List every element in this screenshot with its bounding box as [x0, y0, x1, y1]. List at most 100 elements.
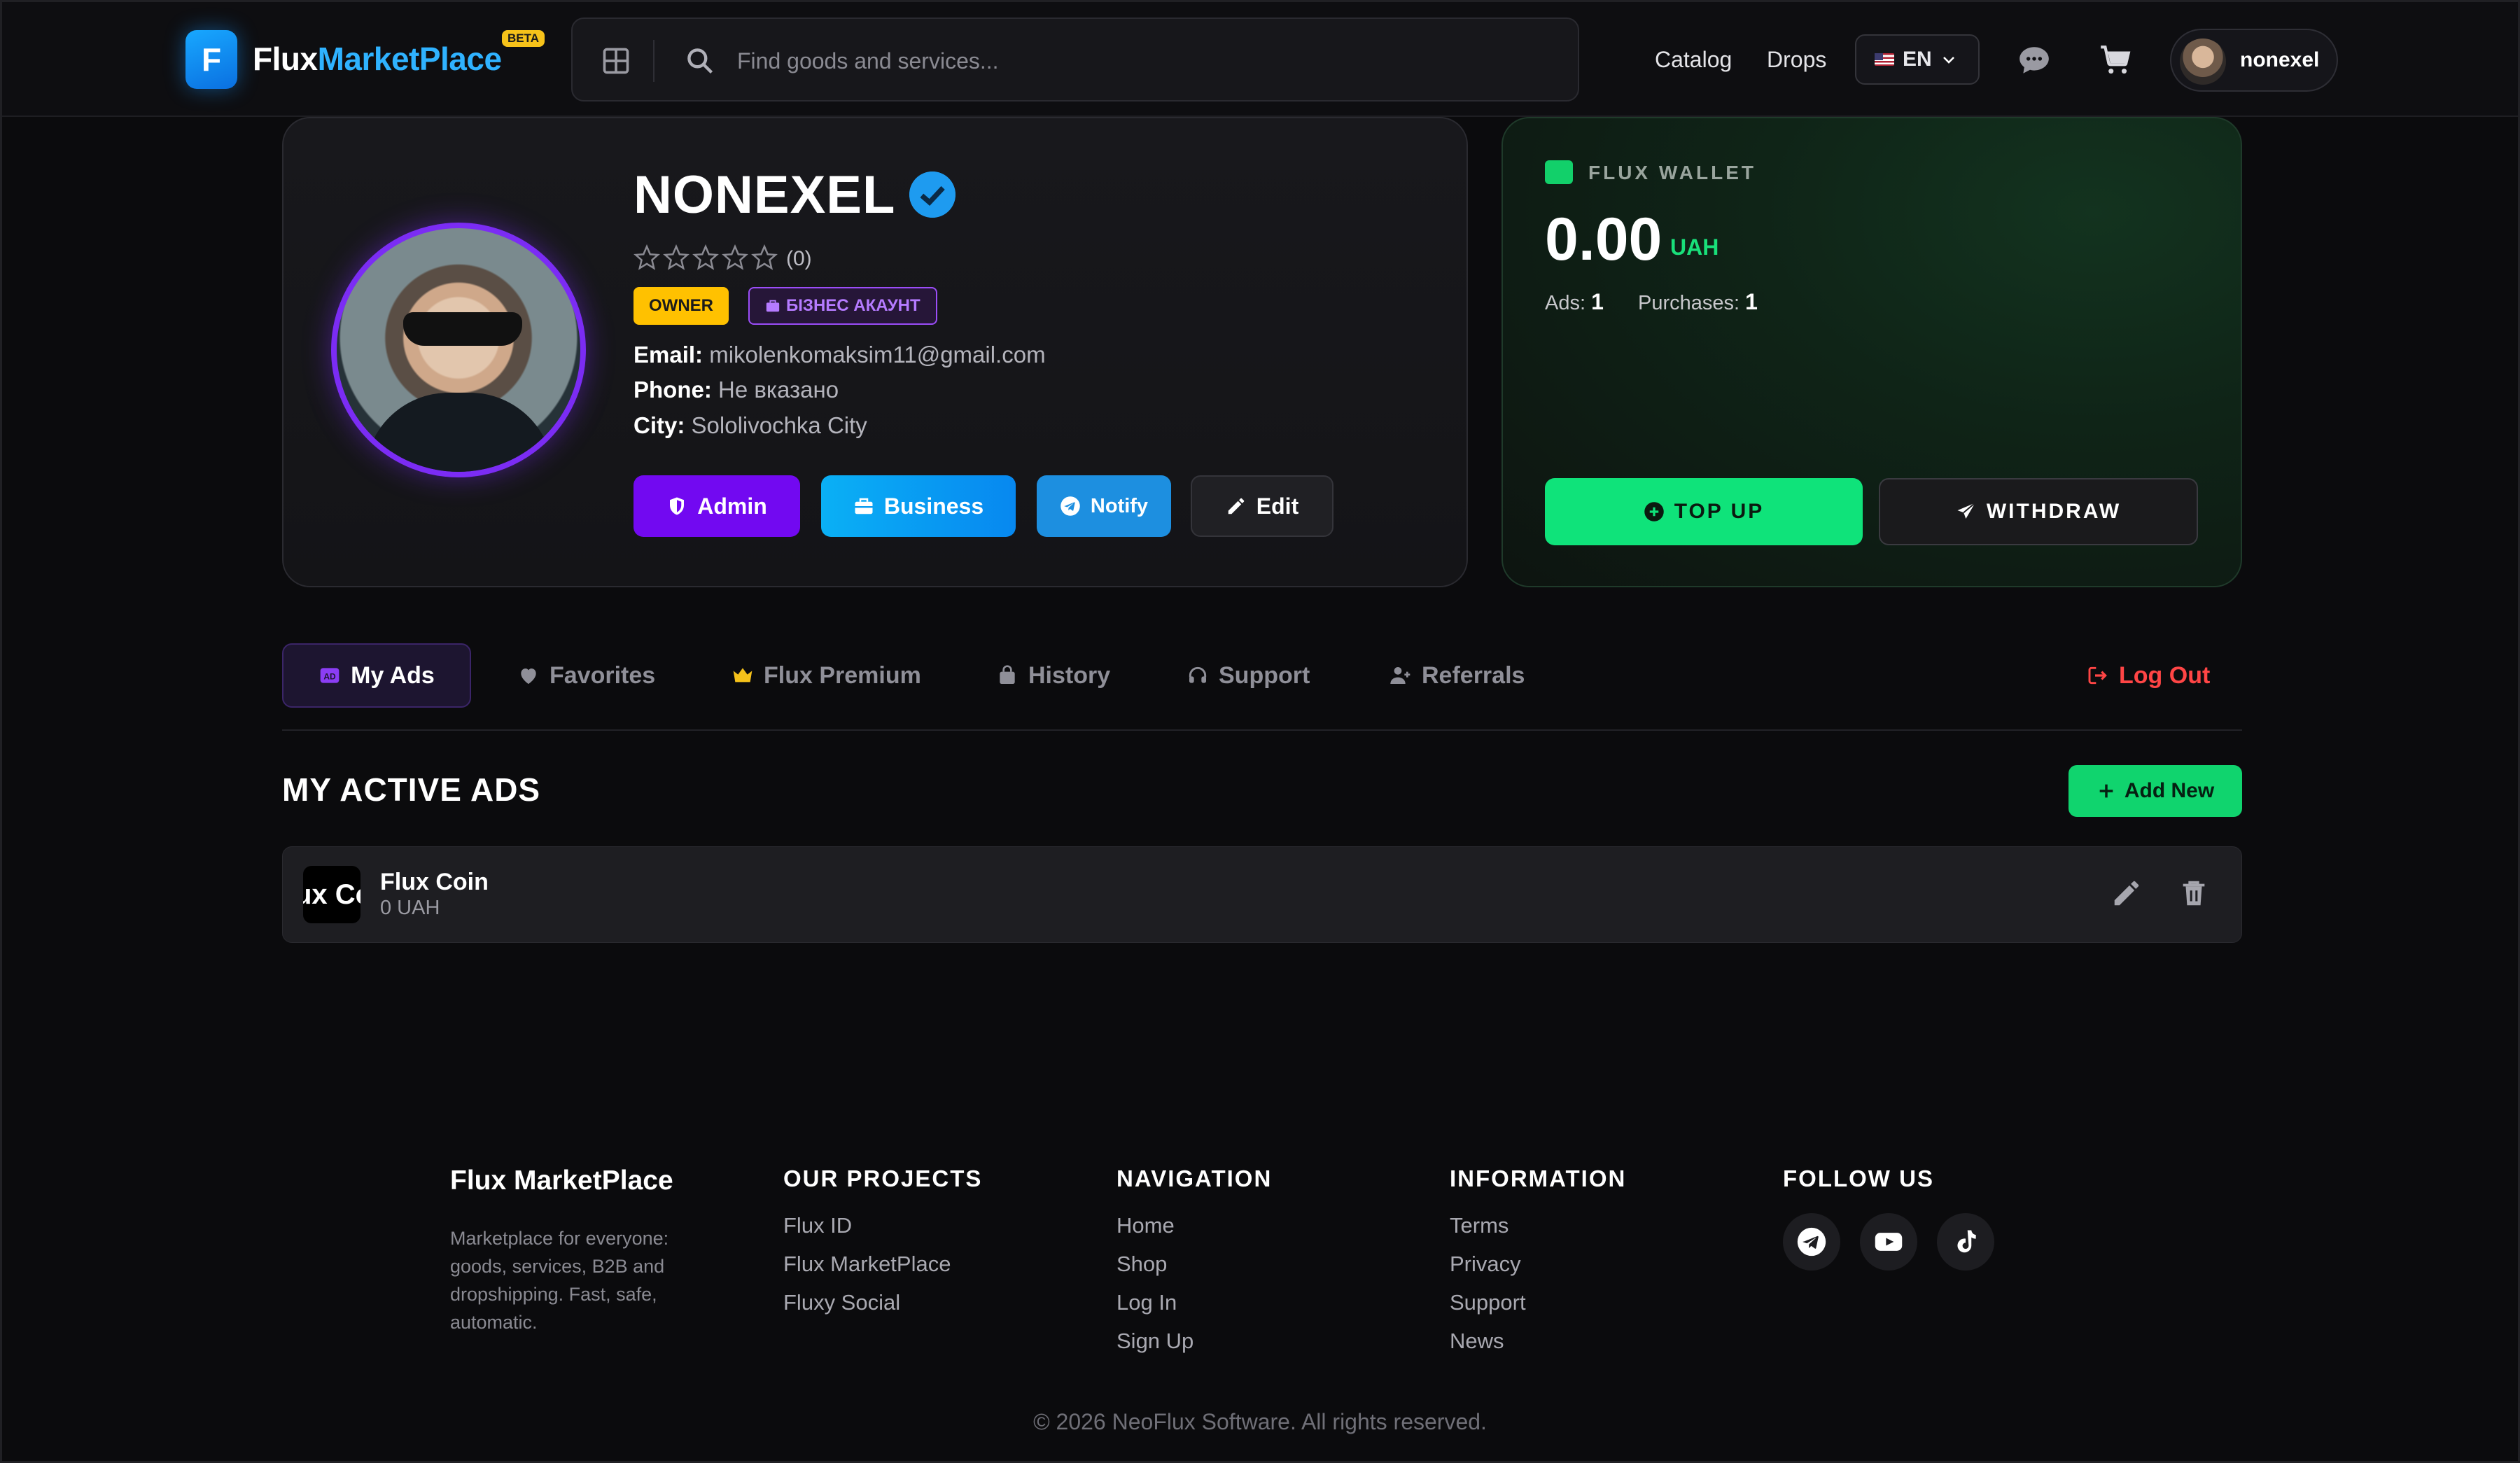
star-icon: [751, 244, 778, 270]
tab-favorites-label: Favorites: [550, 662, 656, 689]
wallet-icon: [1545, 160, 1573, 184]
heart-icon: [521, 668, 536, 684]
notify-button[interactable]: Notify: [1037, 475, 1171, 537]
chat-icon[interactable]: [2017, 43, 2052, 78]
user-menu[interactable]: nonexel: [2170, 29, 2338, 92]
tab-support-label: Support: [1219, 662, 1310, 689]
footer-link-flux-marketplace[interactable]: Flux MarketPlace: [783, 1252, 951, 1277]
tab-referrals-label: Referrals: [1422, 662, 1525, 689]
footer-link-home[interactable]: Home: [1116, 1213, 1175, 1238]
grid-icon[interactable]: [601, 46, 631, 76]
wallet-purchases-stat: Purchases: 1: [1638, 289, 1758, 315]
top-header: F FluxMarketPlace BETA Catalog Drops EN …: [2, 2, 2518, 117]
list-item[interactable]: [282, 846, 2242, 943]
footer-link-shop[interactable]: Shop: [1116, 1252, 1167, 1277]
footer-link-news[interactable]: News: [1450, 1329, 1504, 1354]
logout-button[interactable]: Log Out: [2087, 643, 2210, 708]
business-button-label: Business: [883, 493, 984, 519]
verified-icon: [909, 172, 955, 218]
language-value: EN: [1903, 48, 1932, 71]
ad-thumbnail: ux Co: [303, 866, 360, 923]
phone-label: Phone:: [634, 377, 712, 402]
logo-text[interactable]: FluxMarketPlace: [253, 40, 502, 78]
footer-follow-title: FOLLOW US: [1783, 1166, 1934, 1191]
telegram-icon[interactable]: [1783, 1213, 1840, 1270]
tab-favorites[interactable]: Favorites: [517, 643, 655, 708]
nav-drops[interactable]: Drops: [1767, 47, 1826, 73]
owner-badge: OWNER: [634, 287, 729, 325]
tabs-divider: [282, 729, 2242, 731]
footer-link-support[interactable]: Support: [1450, 1290, 1526, 1315]
purchases-stat-label: Purchases:: [1638, 292, 1740, 314]
ads-stat-label: Ads:: [1545, 292, 1586, 314]
email-line: Email: mikolenkomaksim11@gmail.com: [634, 342, 1046, 368]
footer-link-terms[interactable]: Terms: [1450, 1213, 1508, 1238]
language-select[interactable]: EN: [1855, 34, 1980, 85]
ad-title[interactable]: Flux Coin: [380, 869, 489, 896]
telegram-icon: [1060, 496, 1080, 516]
top-up-button[interactable]: TOP UP: [1545, 478, 1863, 545]
us-flag-icon: [1875, 53, 1894, 66]
footer-information-title: INFORMATION: [1450, 1166, 1627, 1191]
avatar: [2180, 38, 2226, 85]
business-badge-label: БІЗНЕС АКАУНТ: [786, 296, 920, 315]
tab-referrals[interactable]: Referrals: [1390, 643, 1525, 708]
business-button[interactable]: Business: [821, 475, 1016, 537]
footer-link-sign-up[interactable]: Sign Up: [1116, 1329, 1194, 1354]
avatar-jacket: [365, 393, 554, 472]
edit-button[interactable]: Edit: [1191, 475, 1334, 537]
star-icon: [722, 244, 748, 270]
svg-text:AD: AD: [324, 671, 337, 681]
search-input[interactable]: [737, 38, 1542, 83]
user-plus-icon: [1390, 667, 1410, 684]
edit-ad-icon[interactable]: [2110, 877, 2143, 909]
edit-button-label: Edit: [1256, 493, 1299, 519]
footer-link-fluxy-social[interactable]: Fluxy Social: [783, 1290, 900, 1315]
star-icon: [634, 244, 660, 270]
tab-my-ads[interactable]: AD My Ads: [282, 643, 471, 708]
logo-icon[interactable]: F: [186, 30, 237, 89]
tab-history[interactable]: History: [996, 643, 1110, 708]
add-new-button[interactable]: Add New: [2068, 765, 2242, 817]
avatar-glasses: [403, 312, 522, 346]
admin-button[interactable]: Admin: [634, 475, 800, 537]
tab-support[interactable]: Support: [1186, 643, 1310, 708]
beta-badge: BETA: [502, 30, 545, 47]
wallet-balance: 0.00: [1545, 206, 1662, 273]
rating-count: (0): [786, 247, 812, 270]
withdraw-label: WITHDRAW: [1986, 500, 2122, 523]
logo-text-part2: MarketPlace: [317, 41, 503, 77]
ad-icon: AD: [320, 668, 340, 683]
add-new-label: Add New: [2124, 779, 2215, 802]
plus-icon: [2099, 784, 2113, 798]
pencil-icon: [1228, 498, 1245, 514]
ad-price: 0 UAH: [380, 897, 440, 919]
email-value: mikolenkomaksim11@gmail.com: [709, 342, 1046, 368]
footer-navigation-title: NAVIGATION: [1116, 1166, 1273, 1191]
star-icon: [663, 244, 690, 270]
trash-icon[interactable]: [2178, 877, 2210, 909]
top-up-label: TOP UP: [1674, 500, 1765, 523]
search-divider: [653, 40, 654, 82]
nav-catalog[interactable]: Catalog: [1655, 47, 1732, 73]
footer-link-log-in[interactable]: Log In: [1116, 1290, 1177, 1315]
wallet-ads-stat: Ads: 1: [1545, 289, 1604, 315]
tiktok-icon[interactable]: [1937, 1213, 1994, 1270]
briefcase-icon: [855, 498, 873, 514]
footer-link-privacy[interactable]: Privacy: [1450, 1252, 1521, 1277]
youtube-icon[interactable]: [1860, 1213, 1917, 1270]
search-icon: [687, 48, 713, 74]
footer-link-flux-id[interactable]: Flux ID: [783, 1213, 852, 1238]
notify-button-label: Notify: [1090, 494, 1149, 517]
logout-icon: [2088, 666, 2107, 685]
purchases-stat-value: 1: [1745, 289, 1758, 314]
briefcase-icon: [766, 300, 780, 312]
withdraw-button[interactable]: WITHDRAW: [1879, 478, 2198, 545]
tab-flux-premium[interactable]: Flux Premium: [732, 643, 921, 708]
tab-history-label: History: [1028, 662, 1111, 689]
business-account-badge: БІЗНЕС АКАУНТ: [748, 287, 937, 325]
cart-icon[interactable]: [2098, 43, 2133, 78]
footer-projects-title: OUR PROJECTS: [783, 1166, 983, 1191]
shopping-bag-icon: [1000, 665, 1015, 684]
city-value: Sololivochka City: [691, 412, 867, 438]
